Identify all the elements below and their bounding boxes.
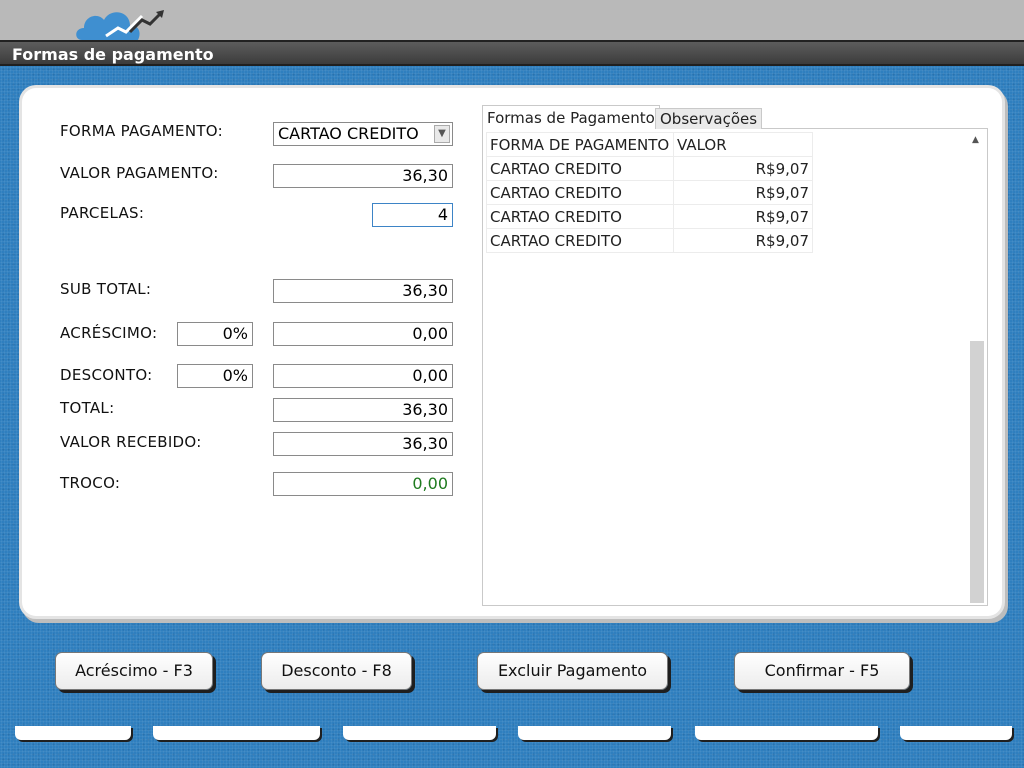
table-row[interactable]: CARTAO CREDITO R$9,07 — [486, 156, 813, 181]
acrescimo-button[interactable]: Acréscimo - F3 — [55, 652, 213, 690]
troco-label: TROCO: — [60, 474, 121, 492]
forma-pagamento-select[interactable]: CARTAO CREDITO ▼ — [273, 122, 453, 146]
tab-formas-de-pagamento[interactable]: Formas de Pagamento — [482, 105, 660, 129]
cell-valor: R$9,07 — [673, 228, 813, 253]
bottom-button[interactable] — [900, 726, 1012, 740]
total-label: TOTAL: — [60, 399, 115, 417]
forma-pagamento-label: FORMA PAGAMENTO: — [60, 122, 223, 140]
column-header-forma[interactable]: FORMA DE PAGAMENTO — [486, 132, 674, 157]
scrollbar-thumb[interactable] — [970, 341, 984, 603]
tab-observacoes[interactable]: Observações — [655, 108, 763, 129]
cloud-chart-logo-icon — [76, 10, 164, 41]
sub-total-input[interactable]: 36,30 — [273, 279, 453, 303]
table-header-row: FORMA DE PAGAMENTO VALOR — [486, 132, 813, 157]
parcelas-label: PARCELAS: — [60, 204, 145, 222]
valor-pagamento-input[interactable]: 36,30 — [273, 164, 453, 188]
chevron-up-icon[interactable]: ▲ — [972, 135, 979, 145]
acrescimo-value-input[interactable]: 0,00 — [273, 322, 453, 346]
cell-valor: R$9,07 — [673, 180, 813, 205]
column-header-valor[interactable]: VALOR — [673, 132, 813, 157]
chevron-down-icon[interactable]: ▼ — [434, 125, 450, 143]
table-row[interactable]: CARTAO CREDITO R$9,07 — [486, 180, 813, 205]
desconto-label: DESCONTO: — [60, 366, 153, 384]
valor-pagamento-label: VALOR PAGAMENTO: — [60, 164, 219, 182]
desconto-button[interactable]: Desconto - F8 — [261, 652, 412, 690]
cell-forma: CARTAO CREDITO — [486, 180, 674, 205]
excluir-pagamento-button[interactable]: Excluir Pagamento — [477, 652, 668, 690]
acrescimo-percent-input[interactable]: 0% — [177, 322, 253, 346]
troco-input[interactable]: 0,00 — [273, 472, 453, 496]
forma-pagamento-value: CARTAO CREDITO — [278, 124, 419, 143]
window-title: Formas de pagamento — [0, 40, 1024, 66]
cell-forma: CARTAO CREDITO — [486, 228, 674, 253]
table-row[interactable]: CARTAO CREDITO R$9,07 — [486, 228, 813, 253]
sub-total-label: SUB TOTAL: — [60, 280, 152, 298]
cell-valor: R$9,07 — [673, 204, 813, 229]
valor-recebido-input[interactable]: 36,30 — [273, 432, 453, 456]
desconto-percent-input[interactable]: 0% — [177, 364, 253, 388]
desconto-value-input[interactable]: 0,00 — [273, 364, 453, 388]
cell-valor: R$9,07 — [673, 156, 813, 181]
bottom-button[interactable] — [15, 726, 131, 740]
bottom-button[interactable] — [153, 726, 320, 740]
total-input[interactable]: 36,30 — [273, 398, 453, 422]
cell-forma: CARTAO CREDITO — [486, 156, 674, 181]
acrescimo-label: ACRÉSCIMO: — [60, 324, 158, 342]
bottom-button[interactable] — [343, 726, 496, 740]
parcelas-input[interactable]: 4 — [372, 203, 453, 227]
confirmar-button[interactable]: Confirmar - F5 — [734, 652, 910, 690]
bottom-button[interactable] — [695, 726, 878, 740]
payments-table: FORMA DE PAGAMENTO VALOR CARTAO CREDITO … — [486, 132, 813, 253]
table-row[interactable]: CARTAO CREDITO R$9,07 — [486, 204, 813, 229]
valor-recebido-label: VALOR RECEBIDO: — [60, 433, 202, 451]
grid-scrollbar[interactable]: ▲ — [968, 131, 985, 605]
cell-forma: CARTAO CREDITO — [486, 204, 674, 229]
bottom-button[interactable] — [518, 726, 671, 740]
